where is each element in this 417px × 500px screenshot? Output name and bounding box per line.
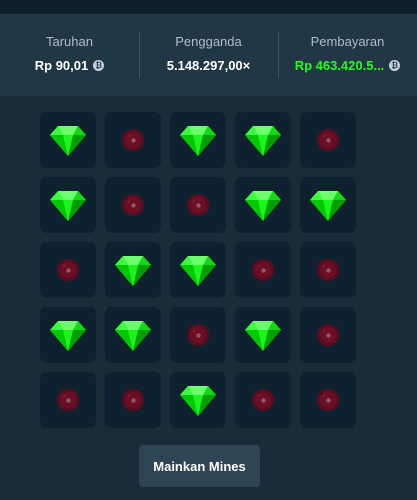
play-mines-button[interactable]: Mainkan Mines bbox=[139, 445, 260, 487]
gem-icon bbox=[49, 318, 87, 352]
coin-icon: ₿ bbox=[389, 60, 401, 71]
tile-gem[interactable] bbox=[170, 112, 226, 168]
tile-mine[interactable] bbox=[170, 177, 226, 233]
tile-mine[interactable] bbox=[300, 372, 356, 428]
mine-icon bbox=[56, 258, 80, 282]
stat-payout: Pembayaran Rp 463.420.5... ₿ bbox=[278, 14, 417, 96]
multiplier-value: 5.148.297,00× bbox=[166, 58, 251, 73]
tile-mine[interactable] bbox=[235, 242, 291, 298]
round-summary-panel: Taruhan Rp 90,01 ₿ Pengganda 5.148.297,0… bbox=[0, 14, 417, 96]
mine-icon bbox=[121, 388, 145, 412]
gem-icon bbox=[114, 253, 152, 287]
tile-gem[interactable] bbox=[170, 372, 226, 428]
gem-icon bbox=[49, 123, 87, 157]
tile-mine[interactable] bbox=[300, 307, 356, 363]
multiplier-value-row: 5.148.297,00× bbox=[167, 58, 251, 73]
gem-icon bbox=[179, 383, 217, 417]
mine-icon bbox=[251, 258, 275, 282]
stat-multiplier: Pengganda 5.148.297,00× bbox=[139, 14, 278, 96]
tile-gem[interactable] bbox=[105, 307, 161, 363]
tile-mine[interactable] bbox=[105, 112, 161, 168]
tile-gem[interactable] bbox=[235, 112, 291, 168]
tile-mine[interactable] bbox=[105, 372, 161, 428]
gem-icon bbox=[244, 188, 282, 222]
mines-board bbox=[40, 112, 356, 428]
mine-icon bbox=[186, 193, 210, 217]
mine-icon bbox=[316, 128, 340, 152]
payout-value-row: Rp 463.420.5... ₿ bbox=[295, 58, 401, 73]
gem-icon bbox=[114, 318, 152, 352]
mine-icon bbox=[316, 388, 340, 412]
tile-gem[interactable] bbox=[40, 112, 96, 168]
payout-amount: Rp 463.420.5... bbox=[294, 58, 385, 73]
tile-mine[interactable] bbox=[40, 372, 96, 428]
tile-mine[interactable] bbox=[170, 307, 226, 363]
multiplier-label: Pengganda bbox=[175, 34, 242, 49]
mine-icon bbox=[251, 388, 275, 412]
tile-mine[interactable] bbox=[300, 112, 356, 168]
mine-icon bbox=[186, 323, 210, 347]
bet-label: Taruhan bbox=[46, 34, 93, 49]
tile-mine[interactable] bbox=[40, 242, 96, 298]
tile-gem[interactable] bbox=[170, 242, 226, 298]
gem-icon bbox=[179, 123, 217, 157]
top-strip bbox=[0, 0, 417, 14]
tile-mine[interactable] bbox=[235, 372, 291, 428]
tile-gem[interactable] bbox=[40, 307, 96, 363]
tile-gem[interactable] bbox=[235, 307, 291, 363]
mine-icon bbox=[316, 323, 340, 347]
mine-icon bbox=[121, 128, 145, 152]
tile-gem[interactable] bbox=[300, 177, 356, 233]
gem-icon bbox=[179, 253, 217, 287]
coin-icon: ₿ bbox=[93, 60, 105, 71]
mine-icon bbox=[121, 193, 145, 217]
tile-gem[interactable] bbox=[105, 242, 161, 298]
bet-value-row: Rp 90,01 ₿ bbox=[34, 58, 105, 73]
tile-mine[interactable] bbox=[105, 177, 161, 233]
gem-icon bbox=[244, 318, 282, 352]
gem-icon bbox=[309, 188, 347, 222]
tile-gem[interactable] bbox=[40, 177, 96, 233]
mine-icon bbox=[316, 258, 340, 282]
gem-icon bbox=[49, 188, 87, 222]
bet-amount: Rp 90,01 bbox=[34, 58, 89, 73]
gem-icon bbox=[244, 123, 282, 157]
tile-gem[interactable] bbox=[235, 177, 291, 233]
payout-label: Pembayaran bbox=[310, 34, 385, 49]
stat-bet: Taruhan Rp 90,01 ₿ bbox=[0, 14, 139, 96]
tile-mine[interactable] bbox=[300, 242, 356, 298]
mine-icon bbox=[56, 388, 80, 412]
